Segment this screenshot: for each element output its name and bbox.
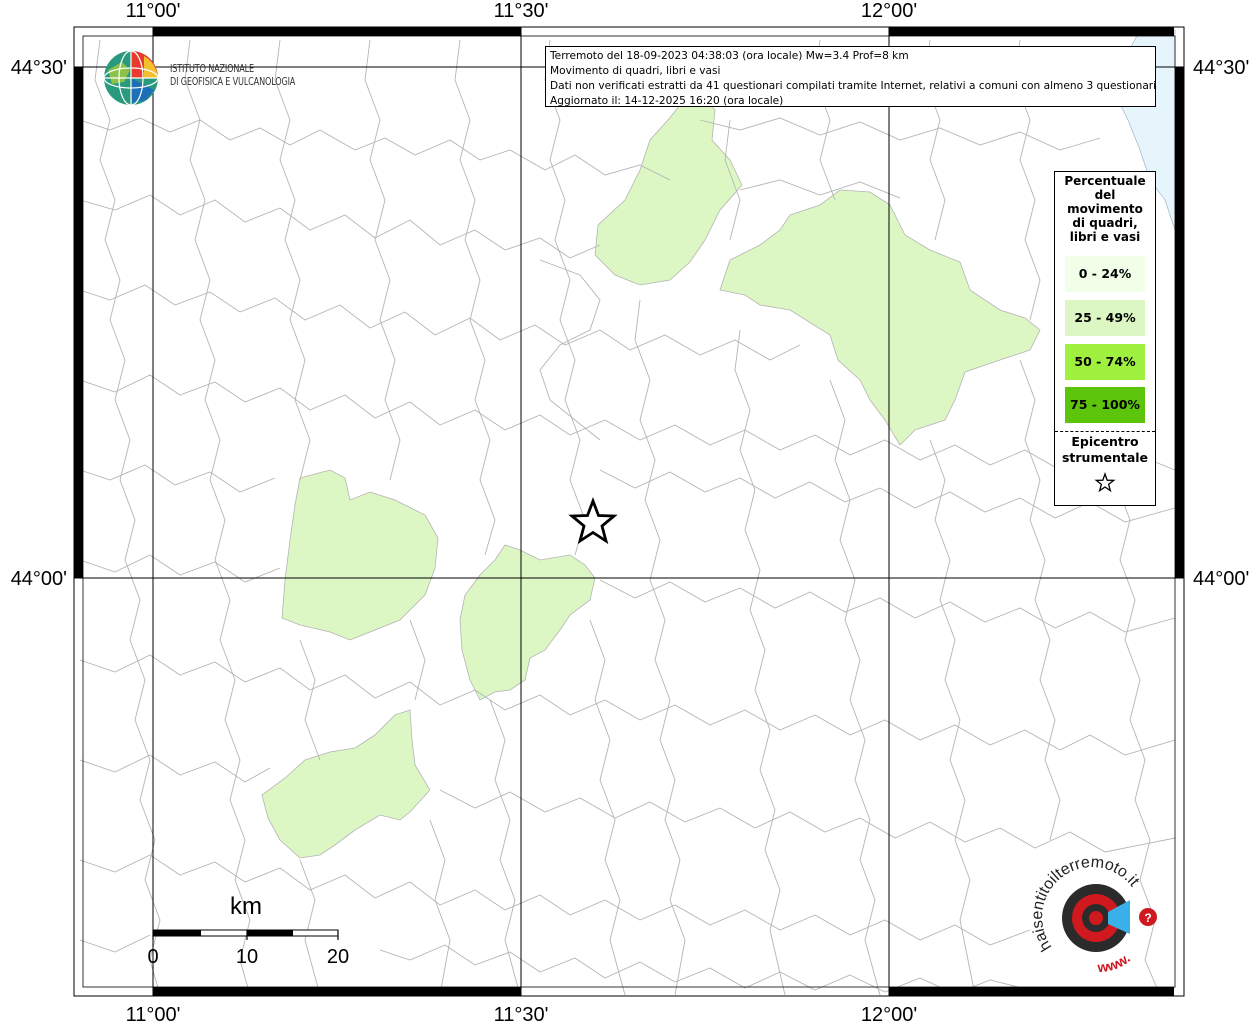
lat-label: 44°00'	[1193, 568, 1249, 590]
legend-title: Percentuale del movimento di quadri, lib…	[1055, 172, 1155, 254]
longitude-labels-top: 11°00' 11°30' 12°00'	[126, 0, 918, 22]
lat-label: 44°30'	[11, 57, 67, 79]
ingv-logo: ISTITUTO NAZIONALE DI GEOFISICA E VULCAN…	[102, 48, 332, 108]
legend-item: 50 - 74%	[1065, 344, 1145, 380]
institute-name-line1: ISTITUTO NAZIONALE	[170, 62, 254, 75]
lon-label: 11°00'	[126, 1004, 181, 1024]
legend-item: 75 - 100%	[1065, 387, 1145, 423]
scale-tick-label: 20	[327, 946, 349, 968]
legend-item: 25 - 49%	[1065, 300, 1145, 336]
scale-unit-label: km	[230, 893, 262, 920]
scale-bar: km 0 10 20	[147, 893, 349, 968]
legend-title-line: Percentuale	[1064, 174, 1146, 188]
lon-label: 11°00'	[126, 0, 181, 22]
legend-title-line: movimento	[1067, 202, 1143, 216]
legend-star-icon	[1055, 472, 1155, 497]
lat-label: 44°00'	[11, 568, 67, 590]
legend: Percentuale del movimento di quadri, lib…	[1054, 171, 1156, 506]
event-info-box: Terremoto del 18-09-2023 04:38:03 (ora l…	[545, 46, 1156, 107]
event-info-line4: Aggiornato il: 14-12-2025 16:20 (ora loc…	[550, 95, 784, 107]
event-info-line3: Dati non verificati estratti da 41 quest…	[550, 80, 1156, 92]
latitude-labels-left: 44°30' 44°00'	[11, 57, 67, 590]
scale-tick-label: 10	[236, 946, 258, 968]
question-mark: ?	[1144, 911, 1151, 925]
haisentito-logo: haisentitoilterremoto.it www. ?	[1030, 854, 1157, 976]
longitude-labels-bottom: 11°00' 11°30' 12°00'	[126, 1004, 918, 1024]
globe-icon	[103, 50, 159, 106]
lon-label: 11°30'	[494, 1004, 549, 1024]
legend-epicenter-line1: Epicentro	[1071, 434, 1139, 449]
legend-epicenter-line2: strumentale	[1061, 450, 1149, 465]
legend-epicenter-label: Epicentro strumentale	[1055, 434, 1155, 466]
latitude-labels-right: 44°30' 44°00'	[1193, 57, 1249, 590]
event-info-line2: Movimento di quadri, libri e vasi	[550, 65, 721, 77]
lon-label: 12°00'	[861, 0, 917, 22]
scale-tick-label: 0	[147, 946, 158, 968]
institute-name-line2: DI GEOFISICA E VULCANOLOGIA	[170, 75, 296, 88]
legend-title-line: del	[1094, 188, 1116, 202]
legend-title-line: di quadri,	[1072, 216, 1138, 230]
legend-title-line: libri e vasi	[1069, 230, 1141, 244]
institute-name: ISTITUTO NAZIONALE DI GEOFISICA E VULCAN…	[170, 62, 295, 88]
lon-label: 11°30'	[494, 0, 549, 22]
lon-label: 12°00'	[861, 1004, 917, 1024]
legend-separator	[1055, 431, 1155, 432]
brand-www-text: www.	[1096, 950, 1133, 976]
lat-label: 44°30'	[1193, 57, 1249, 79]
legend-item: 0 - 24%	[1065, 256, 1145, 292]
event-info-line1: Terremoto del 18-09-2023 04:38:03 (ora l…	[550, 50, 909, 62]
